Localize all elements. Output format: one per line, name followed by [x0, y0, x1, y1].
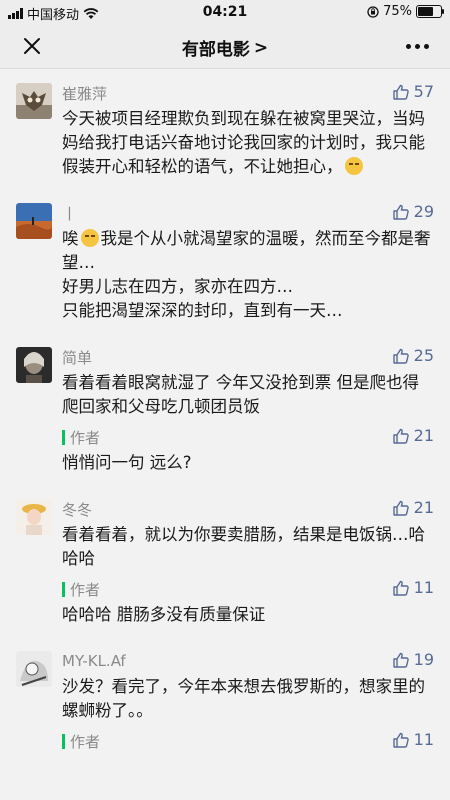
like-button[interactable]: 11 [392, 730, 434, 749]
dot [415, 43, 420, 49]
like-count: 21 [413, 426, 434, 445]
like-count: 11 [413, 730, 434, 749]
comment-header: 简单 25 [62, 346, 434, 369]
comment-text-body: 今天被项目经理欺负到现在躲在被窝里哭泣，当妈妈给我打电话兴奋地讨论我回家的计划时… [62, 109, 425, 176]
page-title: 有部电影 [181, 40, 250, 60]
nav-bar: 有部电影 > [0, 24, 450, 69]
author-tag: 作者 [62, 731, 100, 752]
chevron-right-icon: > [253, 37, 269, 58]
comment-username[interactable]: 简单 [62, 349, 92, 367]
comment-item: MY-KL.Af 19 沙发？看完了，今年本来想去俄罗斯的，想家里的螺蛳粉了。。… [0, 637, 450, 763]
like-button[interactable]: 21 [392, 426, 434, 445]
thumbs-up-icon [392, 732, 409, 748]
reply-text: 哈哈哈 腊肠多没有质量保证 [62, 605, 266, 624]
comment-item: 丨 29 唉我是个从小就渴望家的温暖，然而至今都是奢望… 好男儿志在四方，家亦在… [0, 189, 450, 333]
comment-item: 简单 25 看着看着眼窝就湿了 今年又没抢到票 但是爬也得爬回家和父母吃几顿团员… [0, 333, 450, 485]
author-bar [62, 582, 65, 597]
status-right: 75% [367, 4, 444, 19]
comment-header: 崔雅萍 57 [62, 82, 434, 105]
orientation-lock-icon [367, 5, 379, 18]
comment-text: 看着看着，就以为你要卖腊肠，结果是电饭锅…哈哈哈 [62, 525, 425, 568]
thumbs-up-icon [392, 204, 409, 220]
smirk-emoji-icon [80, 229, 99, 247]
comment-text: 唉我是个从小就渴望家的温暖，然而至今都是奢望… 好男儿志在四方，家亦在四方… 只… [62, 227, 434, 323]
like-button[interactable]: 57 [392, 82, 434, 101]
author-label: 作者 [70, 581, 101, 599]
like-count: 19 [413, 650, 434, 669]
comment-username[interactable]: MY-KL.Af [62, 652, 126, 670]
comment-text-body: 我是个从小就渴望家的温暖，然而至今都是奢望… 好男儿志在四方，家亦在四方… 只能… [62, 229, 431, 320]
comment-username[interactable]: 崔雅萍 [62, 85, 107, 103]
author-reply: 作者 21 悄悄问一句 远么? [62, 426, 434, 475]
dot [406, 43, 411, 49]
author-reply: 作者 11 哈哈哈 腊肠多没有质量保证 [62, 578, 434, 627]
status-bar: 中国移动 04:21 75% [0, 0, 450, 24]
thumbs-up-icon [392, 84, 409, 100]
more-options-button[interactable] [406, 38, 434, 54]
comment-text: 沙发？看完了，今年本来想去俄罗斯的，想家里的螺蛳粉了。。 [62, 677, 425, 720]
like-count: 29 [413, 202, 434, 221]
comment-item: 崔雅萍 57 今天被项目经理欺负到现在躲在被窝里哭泣，当妈妈给我打电话兴奋地讨论… [0, 69, 450, 189]
thumbs-up-icon [392, 348, 409, 364]
like-button[interactable]: 21 [392, 498, 434, 517]
comment-username[interactable]: 冬冬 [62, 501, 92, 519]
author-bar [62, 734, 65, 749]
like-count: 57 [413, 82, 434, 101]
comment-text: 看着看着眼窝就湿了 今年又没抢到票 但是爬也得爬回家和父母吃几顿团员饭 [62, 373, 419, 416]
like-count: 25 [413, 346, 434, 365]
comment-text: 今天被项目经理欺负到现在躲在被窝里哭泣，当妈妈给我打电话兴奋地讨论我回家的计划时… [62, 107, 434, 179]
angry-emoji-icon [344, 157, 363, 175]
like-button[interactable]: 11 [392, 578, 434, 597]
anime-avatar[interactable] [16, 651, 52, 687]
like-button[interactable]: 29 [392, 202, 434, 221]
author-bar [62, 430, 65, 445]
comment-list: 崔雅萍 57 今天被项目经理欺负到现在躲在被窝里哭泣，当妈妈给我打电话兴奋地讨论… [0, 69, 450, 763]
dot [424, 43, 429, 49]
comment-header: MY-KL.Af 19 [62, 650, 434, 673]
comment-text-prefix: 唉 [62, 229, 79, 248]
battery-icon [416, 5, 444, 18]
author-tag: 作者 [62, 427, 100, 448]
reply-text: 悄悄问一句 远么? [62, 453, 192, 472]
girl-avatar[interactable] [16, 499, 52, 535]
battery-level [418, 7, 433, 16]
like-count: 21 [413, 498, 434, 517]
author-tag: 作者 [62, 579, 100, 600]
thumbs-up-icon [392, 428, 409, 444]
portrait-avatar[interactable] [16, 347, 52, 383]
author-reply: 作者 11 [62, 730, 434, 753]
comment-username[interactable]: 丨 [62, 205, 77, 223]
comment-header: 丨 29 [62, 202, 434, 225]
nav-title: 有部电影 > [0, 35, 450, 61]
reply-header: 作者 21 [62, 426, 434, 449]
comment-header: 冬冬 21 [62, 498, 434, 521]
author-label: 作者 [70, 429, 101, 447]
reply-header: 作者 11 [62, 730, 434, 753]
thumbs-up-icon [392, 580, 409, 596]
like-count: 11 [413, 578, 434, 597]
account-title-link[interactable]: 有部电影 > [181, 35, 269, 61]
thumbs-up-icon [392, 500, 409, 516]
thumbs-up-icon [392, 652, 409, 668]
battery-percent: 75% [383, 4, 412, 19]
like-button[interactable]: 25 [392, 346, 434, 365]
comment-item: 冬冬 21 看着看着，就以为你要卖腊肠，结果是电饭锅…哈哈哈 作者 11 哈哈哈… [0, 485, 450, 637]
desert-avatar[interactable] [16, 203, 52, 239]
author-label: 作者 [70, 733, 101, 751]
owl-avatar[interactable] [16, 83, 52, 119]
reply-header: 作者 11 [62, 578, 434, 601]
like-button[interactable]: 19 [392, 650, 434, 669]
